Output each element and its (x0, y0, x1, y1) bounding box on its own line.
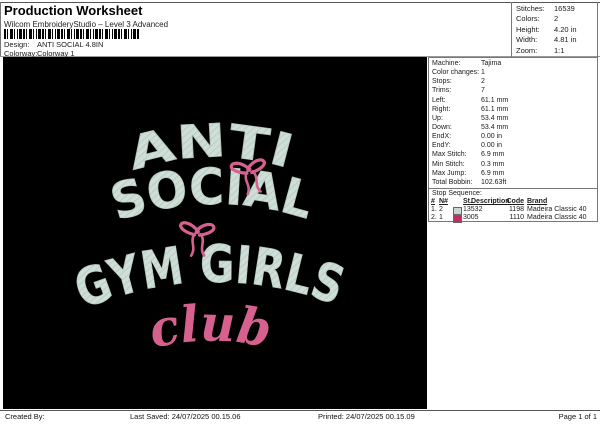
embroidery-design: ANTI SOCIAL GYM GIRLS club (67, 113, 352, 360)
machine-row: Right: 61.1 mm (429, 106, 597, 115)
design-value: ANTI SOCIAL 4.8IN (37, 40, 104, 49)
machine-value: 6.9 mm (481, 151, 505, 159)
summary-label: Stitches: (516, 4, 545, 13)
design-preview: ANTI SOCIAL GYM GIRLS club (3, 57, 427, 409)
machine-label: Max Jump: (432, 169, 467, 177)
thread-color-swatch (453, 214, 462, 224)
machine-row: Trims: 7 (429, 87, 597, 96)
machine-row: Stops: 2 (429, 78, 597, 87)
machine-row: Machine: Tajima (429, 60, 597, 69)
machine-value: 53.4 mm (481, 114, 509, 122)
summary-row-height: Height: 4.20 in (512, 25, 597, 35)
machine-label: Right: (432, 105, 451, 113)
machine-label: Color changes: (432, 69, 480, 77)
summary-value: 4.20 in (554, 24, 577, 34)
summary-label: Zoom: (516, 45, 538, 55)
machine-value: 61.1 mm (481, 105, 509, 113)
col-n: N# (439, 198, 448, 205)
stop-sequence-section: Stop Sequence: # N# St. Description Code… (429, 188, 597, 224)
machine-value: 53.4 mm (481, 123, 509, 131)
machine-row: Max Jump: 6.9 mm (429, 170, 597, 179)
machine-info-rows: Machine: Tajima Color changes: 1 Stops: 2 T… (429, 60, 597, 188)
machine-label: Down: (432, 123, 452, 131)
page-title: Production Worksheet (4, 3, 143, 18)
machine-value: Tajima (481, 60, 502, 67)
col-code: Code (506, 198, 525, 205)
summary-row-colors: Colors: 2 (512, 14, 597, 24)
machine-row: Color changes: 1 (429, 69, 597, 78)
summary-row-width: Width: 4.81 in (512, 35, 597, 45)
cell-n: 2 (439, 206, 443, 213)
machine-row: Total Bobbin: 102.63ft (429, 179, 597, 188)
stop-sequence-title: Stop Sequence: (432, 190, 482, 197)
machine-row: Down: 53.4 mm (429, 124, 597, 133)
footer-created-by: Created By: (5, 412, 45, 421)
cell-code: 1110 (509, 214, 524, 222)
machine-info-panel: Machine: Tajima Color changes: 1 Stops: 2 T… (428, 57, 598, 224)
machine-row: Max Stitch: 6.9 mm (429, 151, 597, 160)
summary-label: Colors: (516, 14, 540, 24)
cell-n: 1 (439, 214, 443, 222)
stop-sequence-row: 2. 1 3005 1110 Madeira Classic 40 (429, 214, 597, 224)
machine-row: EndX: 0.00 in (429, 133, 597, 142)
machine-label: Left: (432, 96, 446, 104)
design-label: Design: (4, 40, 30, 49)
barcode (4, 29, 140, 39)
machine-label: EndX: (432, 133, 452, 141)
design-row: Design: ANTI SOCIAL 4.8IN (4, 40, 103, 49)
machine-row: Min Stitch: 0.3 mm (429, 161, 597, 170)
machine-value: 6.9 mm (481, 169, 505, 177)
machine-row: Up: 53.4 mm (429, 115, 597, 124)
summary-value: 1:1 (554, 45, 565, 55)
summary-value: 16539 (554, 4, 575, 13)
machine-value: 1 (481, 69, 485, 77)
machine-label: Machine: (432, 60, 461, 67)
col-brand: Brand (527, 198, 548, 205)
cell-num: 1. (431, 206, 437, 213)
footer-printed: Printed: 24/07/2025 00.15.09 (318, 412, 415, 421)
app-subtitle: Wilcom EmbroideryStudio – Level 3 Advanc… (4, 20, 169, 29)
design-word-club: club (144, 293, 276, 359)
machine-label: Stops: (432, 78, 452, 86)
summary-row-stitches: Stitches: 16539 (512, 4, 597, 14)
summary-row-zoom: Zoom: 1:1 (512, 46, 597, 56)
design-summary-box: Stitches: 16539 Colors: 2 Height: 4.20 i… (511, 2, 598, 57)
cell-num: 2. (431, 214, 437, 222)
cell-st: 13532 (463, 206, 483, 213)
machine-row: EndY: 0.00 in (429, 142, 597, 151)
summary-label: Height: (516, 24, 540, 34)
cell-st: 3005 (463, 214, 479, 222)
stop-sequence-row: 1. 2 13532 1198 Madeira Classic 40 (429, 206, 597, 215)
machine-label: Trims: (432, 87, 452, 95)
machine-label: EndY: (432, 142, 451, 150)
cell-code: 1198 (508, 206, 524, 213)
footer-page-number: Page 1 of 1 (558, 412, 597, 421)
machine-value: 0.3 mm (481, 160, 505, 168)
machine-row: Left: 61.1 mm (429, 97, 597, 106)
machine-value: 2 (481, 78, 485, 86)
summary-label: Width: (516, 35, 538, 45)
machine-value: 0.00 in (481, 133, 503, 141)
machine-label: Min Stitch: (432, 160, 465, 168)
left-edge-rule (0, 2, 1, 57)
machine-value: 61.1 mm (481, 96, 509, 104)
cell-brand: Madeira Classic 40 (527, 214, 587, 222)
machine-value: 0.00 in (481, 142, 503, 150)
cell-brand: Madeira Classic 40 (527, 206, 587, 213)
col-num: # (431, 198, 435, 205)
footer-rule (0, 410, 600, 411)
machine-label: Total Bobbin: (432, 178, 473, 186)
machine-label: Max Stitch: (432, 151, 467, 159)
summary-value: 4.81 in (554, 35, 577, 45)
machine-label: Up: (432, 114, 443, 122)
machine-value: 7 (481, 87, 485, 95)
machine-value: 102.63ft (481, 178, 507, 186)
footer-last-saved: Last Saved: 24/07/2025 00.15.06 (130, 412, 241, 421)
summary-value: 2 (554, 14, 559, 24)
stop-sequence-header: # N# St. Description Code Brand (429, 198, 597, 206)
production-worksheet-page: Production Worksheet Wilcom EmbroiderySt… (0, 0, 600, 424)
